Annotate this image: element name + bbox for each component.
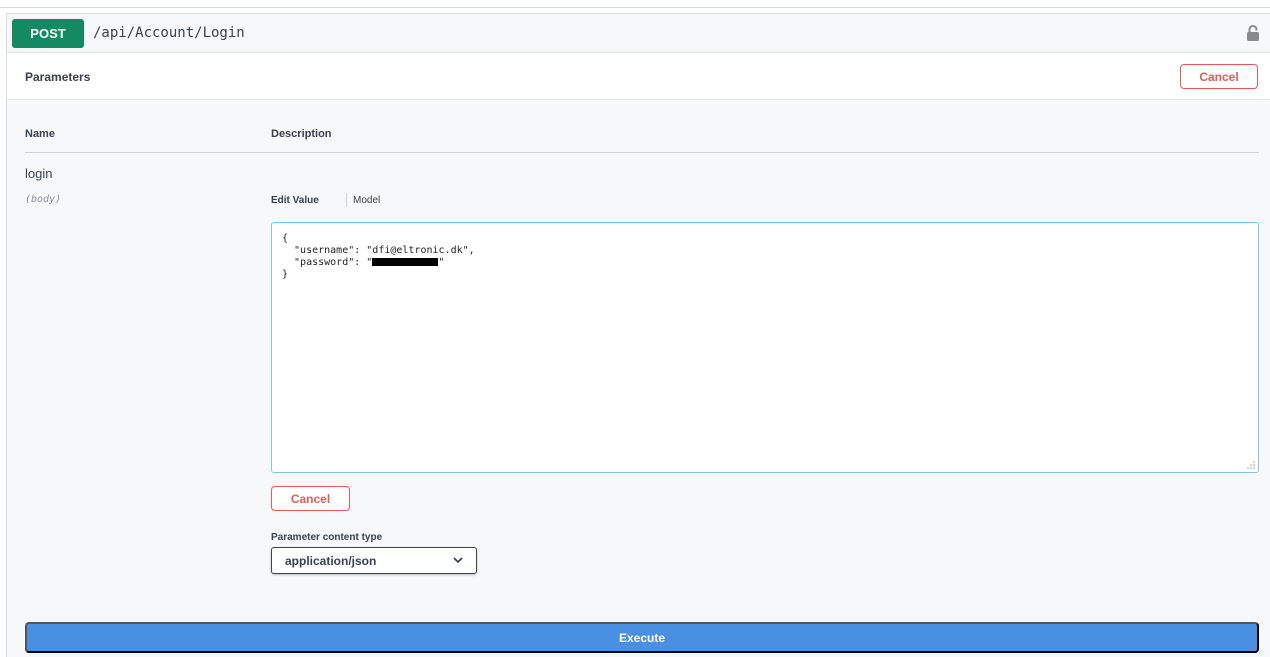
- method-badge: POST: [12, 19, 84, 48]
- top-divider: [0, 7, 1270, 8]
- content-type-label: Parameter content type: [271, 532, 383, 543]
- code-line-password-suffix: ": [438, 257, 445, 268]
- code-line-password-prefix: "password": ": [282, 257, 373, 268]
- code-line-close: }: [282, 269, 289, 280]
- resize-handle-icon[interactable]: [1247, 461, 1255, 469]
- request-body-editor[interactable]: { "username": "dfi@eltronic.dk", "passwo…: [271, 222, 1259, 473]
- code-line-username: "username": "dfi@eltronic.dk",: [282, 245, 475, 256]
- description-column-header: Description: [271, 128, 332, 140]
- execute-button[interactable]: Execute: [25, 622, 1259, 653]
- parameters-header: Parameters Cancel: [7, 54, 1270, 100]
- parameter-location: (body): [25, 194, 62, 205]
- name-column-header: Name: [25, 128, 55, 140]
- parameter-name: login: [25, 166, 53, 181]
- parameters-title: Parameters: [25, 70, 91, 84]
- operation-summary[interactable]: POST /api/Account/Login: [7, 14, 1270, 53]
- cancel-button[interactable]: Cancel: [271, 486, 350, 511]
- operation-block: POST /api/Account/Login Parameters Cance…: [6, 13, 1270, 657]
- code-line-open: {: [282, 233, 289, 244]
- parameters-body: Name Description login (body) Edit Value…: [7, 101, 1270, 657]
- tab-edit-value[interactable]: Edit Value: [271, 195, 319, 206]
- redacted-password: [372, 258, 439, 266]
- cancel-try-out-button[interactable]: Cancel: [1180, 64, 1258, 89]
- content-type-value: application/json: [285, 554, 377, 568]
- tab-separator: [346, 193, 347, 207]
- endpoint-path: /api/Account/Login: [93, 25, 245, 41]
- request-body-text[interactable]: { "username": "dfi@eltronic.dk", "passwo…: [282, 233, 475, 281]
- lock-icon[interactable]: [1246, 24, 1260, 42]
- content-type-select[interactable]: application/json: [271, 547, 477, 574]
- tab-model[interactable]: Model: [353, 195, 380, 206]
- header-divider: [25, 152, 1259, 153]
- chevron-down-icon: [453, 557, 463, 564]
